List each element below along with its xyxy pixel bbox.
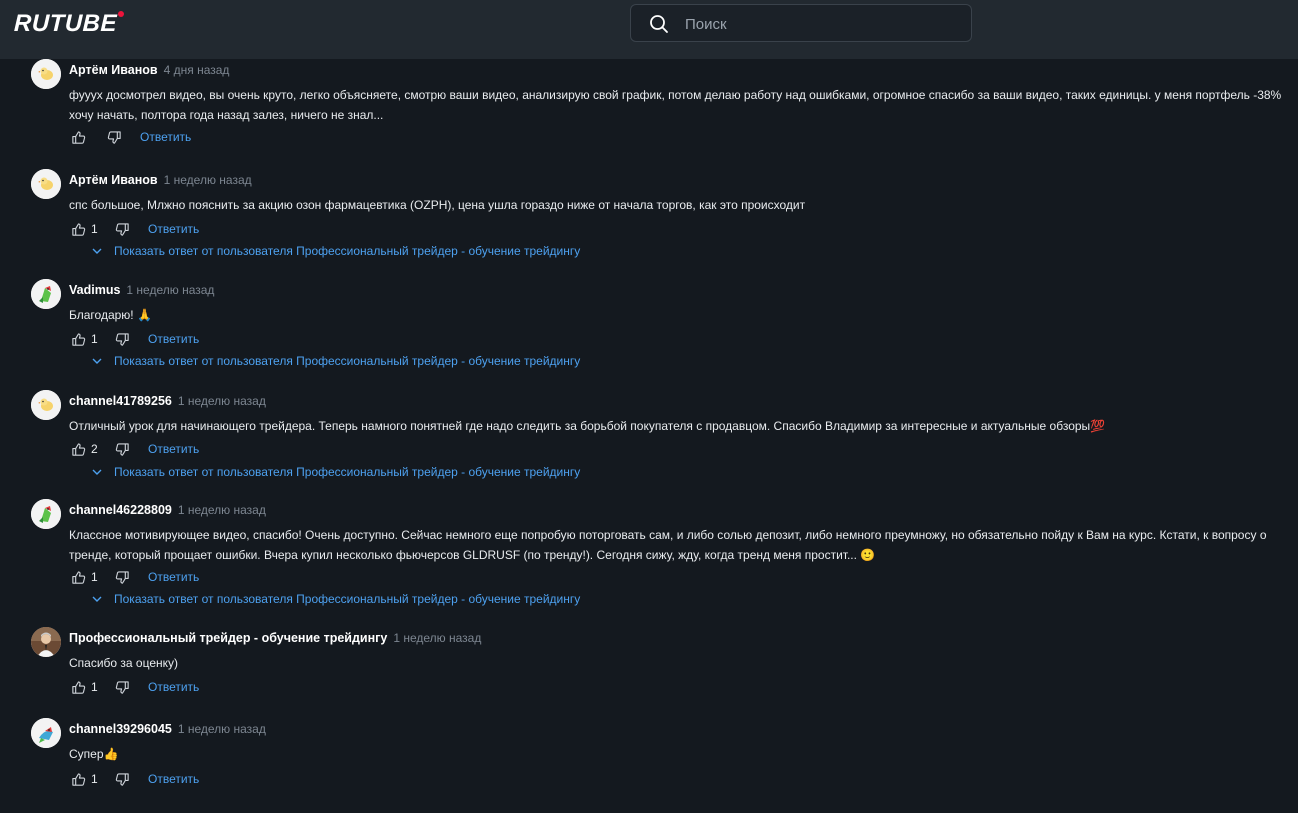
logo-text: RUTUBE <box>13 10 118 37</box>
comment-text: Благодарю! 🙏 <box>69 308 152 322</box>
comment-actions: 1 Ответить <box>71 569 199 585</box>
like-count: 1 <box>91 332 98 346</box>
thumbs-up-icon[interactable] <box>71 130 86 145</box>
thumbs-down-icon[interactable] <box>115 332 130 347</box>
comment-time: 1 неделю назад <box>177 722 266 736</box>
logo-dot <box>118 11 124 17</box>
comment-text: Классное мотивирующее видео, спасибо! Оч… <box>69 528 1267 562</box>
bird-icon[interactable] <box>31 718 61 748</box>
comment-text: Отличный урок для начинающего трейдера. … <box>69 419 1106 433</box>
thumbs-up-icon[interactable] <box>71 680 86 695</box>
chick-icon[interactable] <box>31 169 61 199</box>
comment-author[interactable]: Артём Иванов <box>69 63 158 77</box>
thumbs-up-icon[interactable] <box>71 772 86 787</box>
reply-button[interactable]: Ответить <box>140 130 191 144</box>
show-replies-button[interactable]: Показать ответ от пользователя Профессио… <box>91 464 580 480</box>
thumbs-up-icon[interactable] <box>71 222 86 237</box>
reply-button[interactable]: Ответить <box>148 570 199 584</box>
rutube-logo[interactable]: RUTUBE <box>13 10 124 37</box>
comment-header: channel46228809 1 неделю назад <box>69 503 266 519</box>
reply-button[interactable]: Ответить <box>148 680 199 694</box>
reply-button[interactable]: Ответить <box>148 222 199 236</box>
comment-actions: 1 Ответить <box>71 221 199 237</box>
like-count: 1 <box>91 680 98 694</box>
comment-header: channel39296045 1 неделю назад <box>69 722 266 738</box>
thumbs-down-icon[interactable] <box>115 680 130 695</box>
thumbs-down-icon[interactable] <box>115 442 130 457</box>
chick-icon[interactable] <box>31 59 61 89</box>
comment-time: 1 неделю назад <box>177 394 266 408</box>
comment-time: 1 неделю назад <box>163 173 252 187</box>
show-replies-label: Показать ответ от пользователя Профессио… <box>114 465 581 479</box>
comment-time: 1 неделю назад <box>393 631 482 645</box>
thumbs-down-icon[interactable] <box>107 130 122 145</box>
reply-button[interactable]: Ответить <box>148 332 199 346</box>
comment-author[interactable]: channel41789256 <box>69 394 172 408</box>
comment-time: 4 дня назад <box>163 63 230 77</box>
comment-header: Профессиональный трейдер - обучение трей… <box>69 631 481 647</box>
comment-header: Vadimus 1 неделю назад <box>69 283 214 299</box>
comment-header: Артём Иванов 1 неделю назад <box>69 173 252 189</box>
comment-text: Супер👍 <box>69 747 119 761</box>
comment-actions: Ответить <box>71 129 191 145</box>
comment-author[interactable]: channel46228809 <box>69 503 172 517</box>
show-replies-label: Показать ответ от пользователя Профессио… <box>114 592 581 606</box>
show-replies-button[interactable]: Показать ответ от пользователя Профессио… <box>91 353 580 369</box>
comment-text: Спасибо за оценку) <box>69 656 179 670</box>
comment-author[interactable]: channel39296045 <box>69 722 172 736</box>
comment-author[interactable]: Артём Иванов <box>69 173 158 187</box>
comment-header: channel41789256 1 неделю назад <box>69 394 266 410</box>
show-replies-label: Показать ответ от пользователя Профессио… <box>114 244 581 258</box>
comment-actions: 1 Ответить <box>71 331 199 347</box>
parrot-icon[interactable] <box>31 499 61 529</box>
like-count: 1 <box>91 222 98 236</box>
show-replies-button[interactable]: Показать ответ от пользователя Профессио… <box>91 591 580 607</box>
chick-icon[interactable] <box>31 390 61 420</box>
comment-actions: 2 Ответить <box>71 441 199 457</box>
show-replies-button[interactable]: Показать ответ от пользователя Профессио… <box>91 243 580 259</box>
thumbs-down-icon[interactable] <box>115 222 130 237</box>
thumbs-down-icon[interactable] <box>115 570 130 585</box>
comment-time: 1 неделю назад <box>126 283 215 297</box>
thumbs-up-icon[interactable] <box>71 332 86 347</box>
thumbs-up-icon[interactable] <box>71 442 86 457</box>
chevron-down-icon <box>92 469 102 475</box>
search-box[interactable] <box>630 4 972 43</box>
top-header: RUTUBE <box>0 0 1298 59</box>
comment-actions: 1 Ответить <box>71 771 199 787</box>
show-replies-label: Показать ответ от пользователя Профессио… <box>114 354 581 368</box>
chevron-down-icon <box>92 248 102 254</box>
parrot-icon[interactable] <box>31 279 61 309</box>
comment-text: спс большое, Млжно пояснить за акцию озо… <box>69 198 806 212</box>
like-count: 2 <box>91 442 98 456</box>
reply-button[interactable]: Ответить <box>148 442 199 456</box>
like-count: 1 <box>91 772 98 786</box>
search-icon[interactable] <box>649 14 669 34</box>
comment-time: 1 неделю назад <box>177 503 266 517</box>
thumbs-up-icon[interactable] <box>71 570 86 585</box>
comment-actions: 1 Ответить <box>71 679 199 695</box>
comment-author[interactable]: Vadimus <box>69 283 120 297</box>
comment-author[interactable]: Профессиональный трейдер - обучение трей… <box>69 631 387 645</box>
chevron-down-icon <box>92 596 102 602</box>
thumbs-down-icon[interactable] <box>115 772 130 787</box>
comment-header: Артём Иванов 4 дня назад <box>69 63 229 79</box>
search-input[interactable] <box>683 5 967 43</box>
reply-button[interactable]: Ответить <box>148 772 199 786</box>
person-photo-icon[interactable] <box>31 627 61 657</box>
chevron-down-icon <box>92 358 102 364</box>
like-count: 1 <box>91 570 98 584</box>
comment-text: фууух досмотрел видео, вы очень круто, л… <box>69 88 1282 122</box>
